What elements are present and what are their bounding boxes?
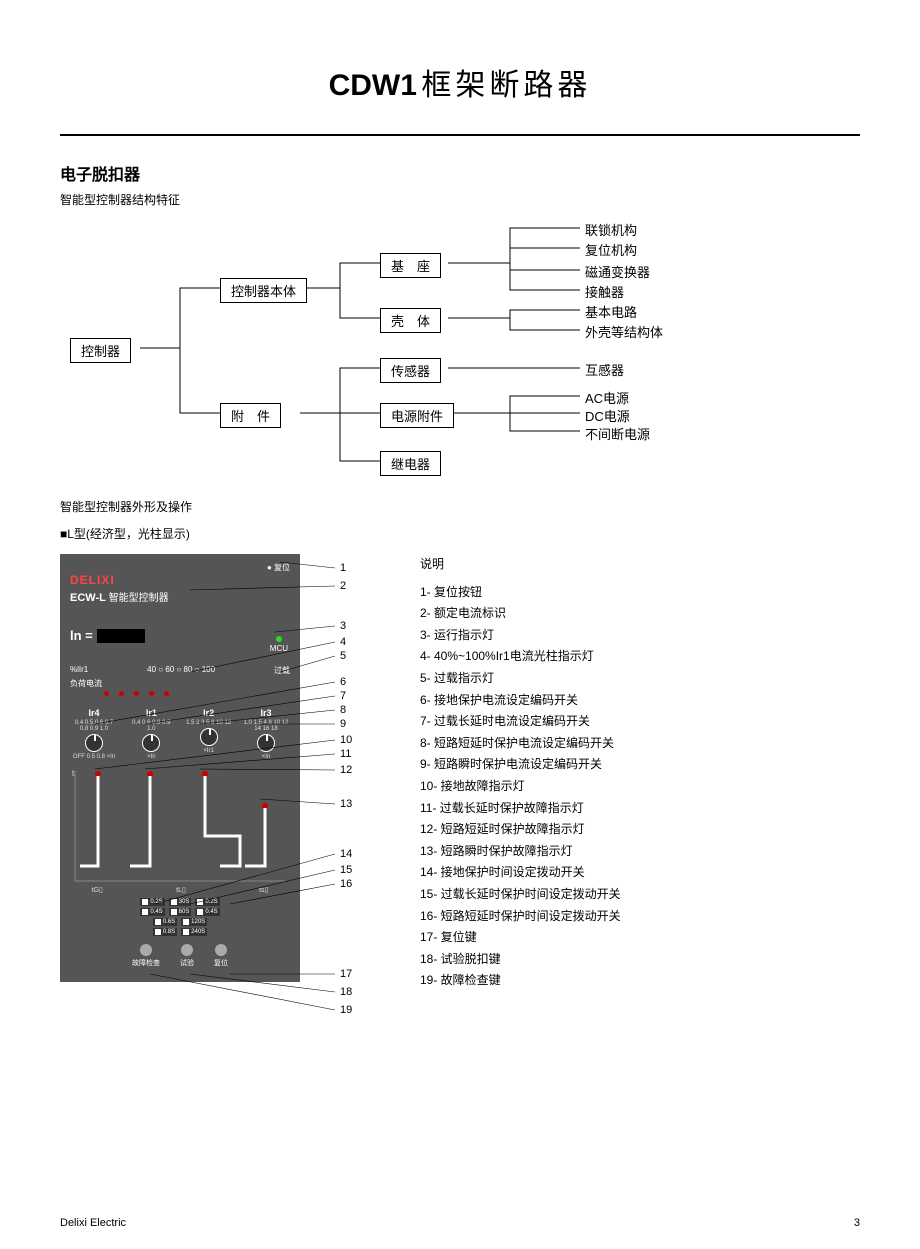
legend-item: 12- 短路短延时保护故障指示灯 bbox=[420, 819, 860, 841]
leaf-ups: 不间断电源 bbox=[585, 424, 650, 443]
legend-head: 说明 bbox=[420, 554, 860, 576]
leaf-casing: 外壳等结构体 bbox=[585, 322, 663, 341]
legend-item: 10- 接地故障指示灯 bbox=[420, 776, 860, 798]
leaf-contactor: 接触器 bbox=[585, 282, 624, 301]
tree-sensor: 传感器 bbox=[380, 358, 441, 383]
tree-body: 控制器本体 bbox=[220, 278, 307, 303]
legend-item: 19- 故障检查键 bbox=[420, 970, 860, 992]
legend-item: 6- 接地保护电流设定编码开关 bbox=[420, 690, 860, 712]
legend-item: 14- 接地保护时间设定拨动开关 bbox=[420, 862, 860, 884]
leaf-interlock: 联锁机构 bbox=[585, 220, 637, 239]
leader-lines bbox=[60, 554, 370, 1074]
legend-item: 8- 短路短延时保护电流设定编码开关 bbox=[420, 733, 860, 755]
leaf-transformer: 互感器 bbox=[585, 360, 624, 379]
controller-diagram: ● 复位 DELIXI ECW-L 智能型控制器 ln = MCU %lIr1 … bbox=[60, 554, 370, 992]
rule bbox=[60, 134, 860, 136]
title-code: CDW1 bbox=[329, 69, 417, 102]
legend-item: 3- 运行指示灯 bbox=[420, 625, 860, 647]
legend-item: 16- 短路短延时保护时间设定拨动开关 bbox=[420, 906, 860, 928]
footer-brand: Delixi Electric bbox=[60, 1217, 126, 1229]
section-2-sub: ■L型(经济型，光柱显示) bbox=[60, 525, 860, 542]
leaf-ac: AC电源 bbox=[585, 388, 629, 407]
tree-base: 基 座 bbox=[380, 253, 441, 278]
leaf-circuit: 基本电路 bbox=[585, 302, 637, 321]
legend-item: 5- 过载指示灯 bbox=[420, 668, 860, 690]
leaf-flux: 磁通变换器 bbox=[585, 262, 650, 281]
tree-relay: 继电器 bbox=[380, 451, 441, 476]
legend-item: 7- 过载长延时电流设定编码开关 bbox=[420, 711, 860, 733]
tree-shell: 壳 体 bbox=[380, 308, 441, 333]
page-number: 3 bbox=[854, 1217, 860, 1229]
legend-item: 9- 短路瞬时保护电流设定编码开关 bbox=[420, 754, 860, 776]
section-1-caption: 智能型控制器结构特征 bbox=[60, 191, 860, 208]
legend: 说明 1- 复位按钮 2- 额定电流标识 3- 运行指示灯 4- 40%~100… bbox=[420, 554, 860, 992]
tree-root: 控制器 bbox=[70, 338, 131, 363]
section-1-heading: 电子脱扣器 bbox=[60, 161, 860, 185]
title-text: 框架断路器 bbox=[421, 69, 591, 102]
tree-wires bbox=[60, 218, 860, 478]
legend-item: 18- 试验脱扣键 bbox=[420, 949, 860, 971]
legend-item: 4- 40%~100%Ir1电流光柱指示灯 bbox=[420, 646, 860, 668]
section-2-heading: 智能型控制器外形及操作 bbox=[60, 498, 860, 515]
legend-item: 11- 过载长延时保护故障指示灯 bbox=[420, 798, 860, 820]
tree-accessory: 附 件 bbox=[220, 403, 281, 428]
structure-tree: 控制器 控制器本体 附 件 基 座 壳 体 传感器 电源附件 继电器 联锁机构 … bbox=[60, 218, 860, 478]
page-title: CDW1 框架断路器 bbox=[60, 60, 860, 104]
legend-item: 1- 复位按钮 bbox=[420, 582, 860, 604]
legend-item: 17- 复位键 bbox=[420, 927, 860, 949]
leaf-dc: DC电源 bbox=[585, 406, 630, 425]
legend-item: 15- 过载长延时保护时间设定拨动开关 bbox=[420, 884, 860, 906]
legend-item: 2- 额定电流标识 bbox=[420, 603, 860, 625]
tree-power: 电源附件 bbox=[380, 403, 454, 428]
leaf-reset: 复位机构 bbox=[585, 240, 637, 259]
legend-item: 13- 短路瞬时保护故障指示灯 bbox=[420, 841, 860, 863]
